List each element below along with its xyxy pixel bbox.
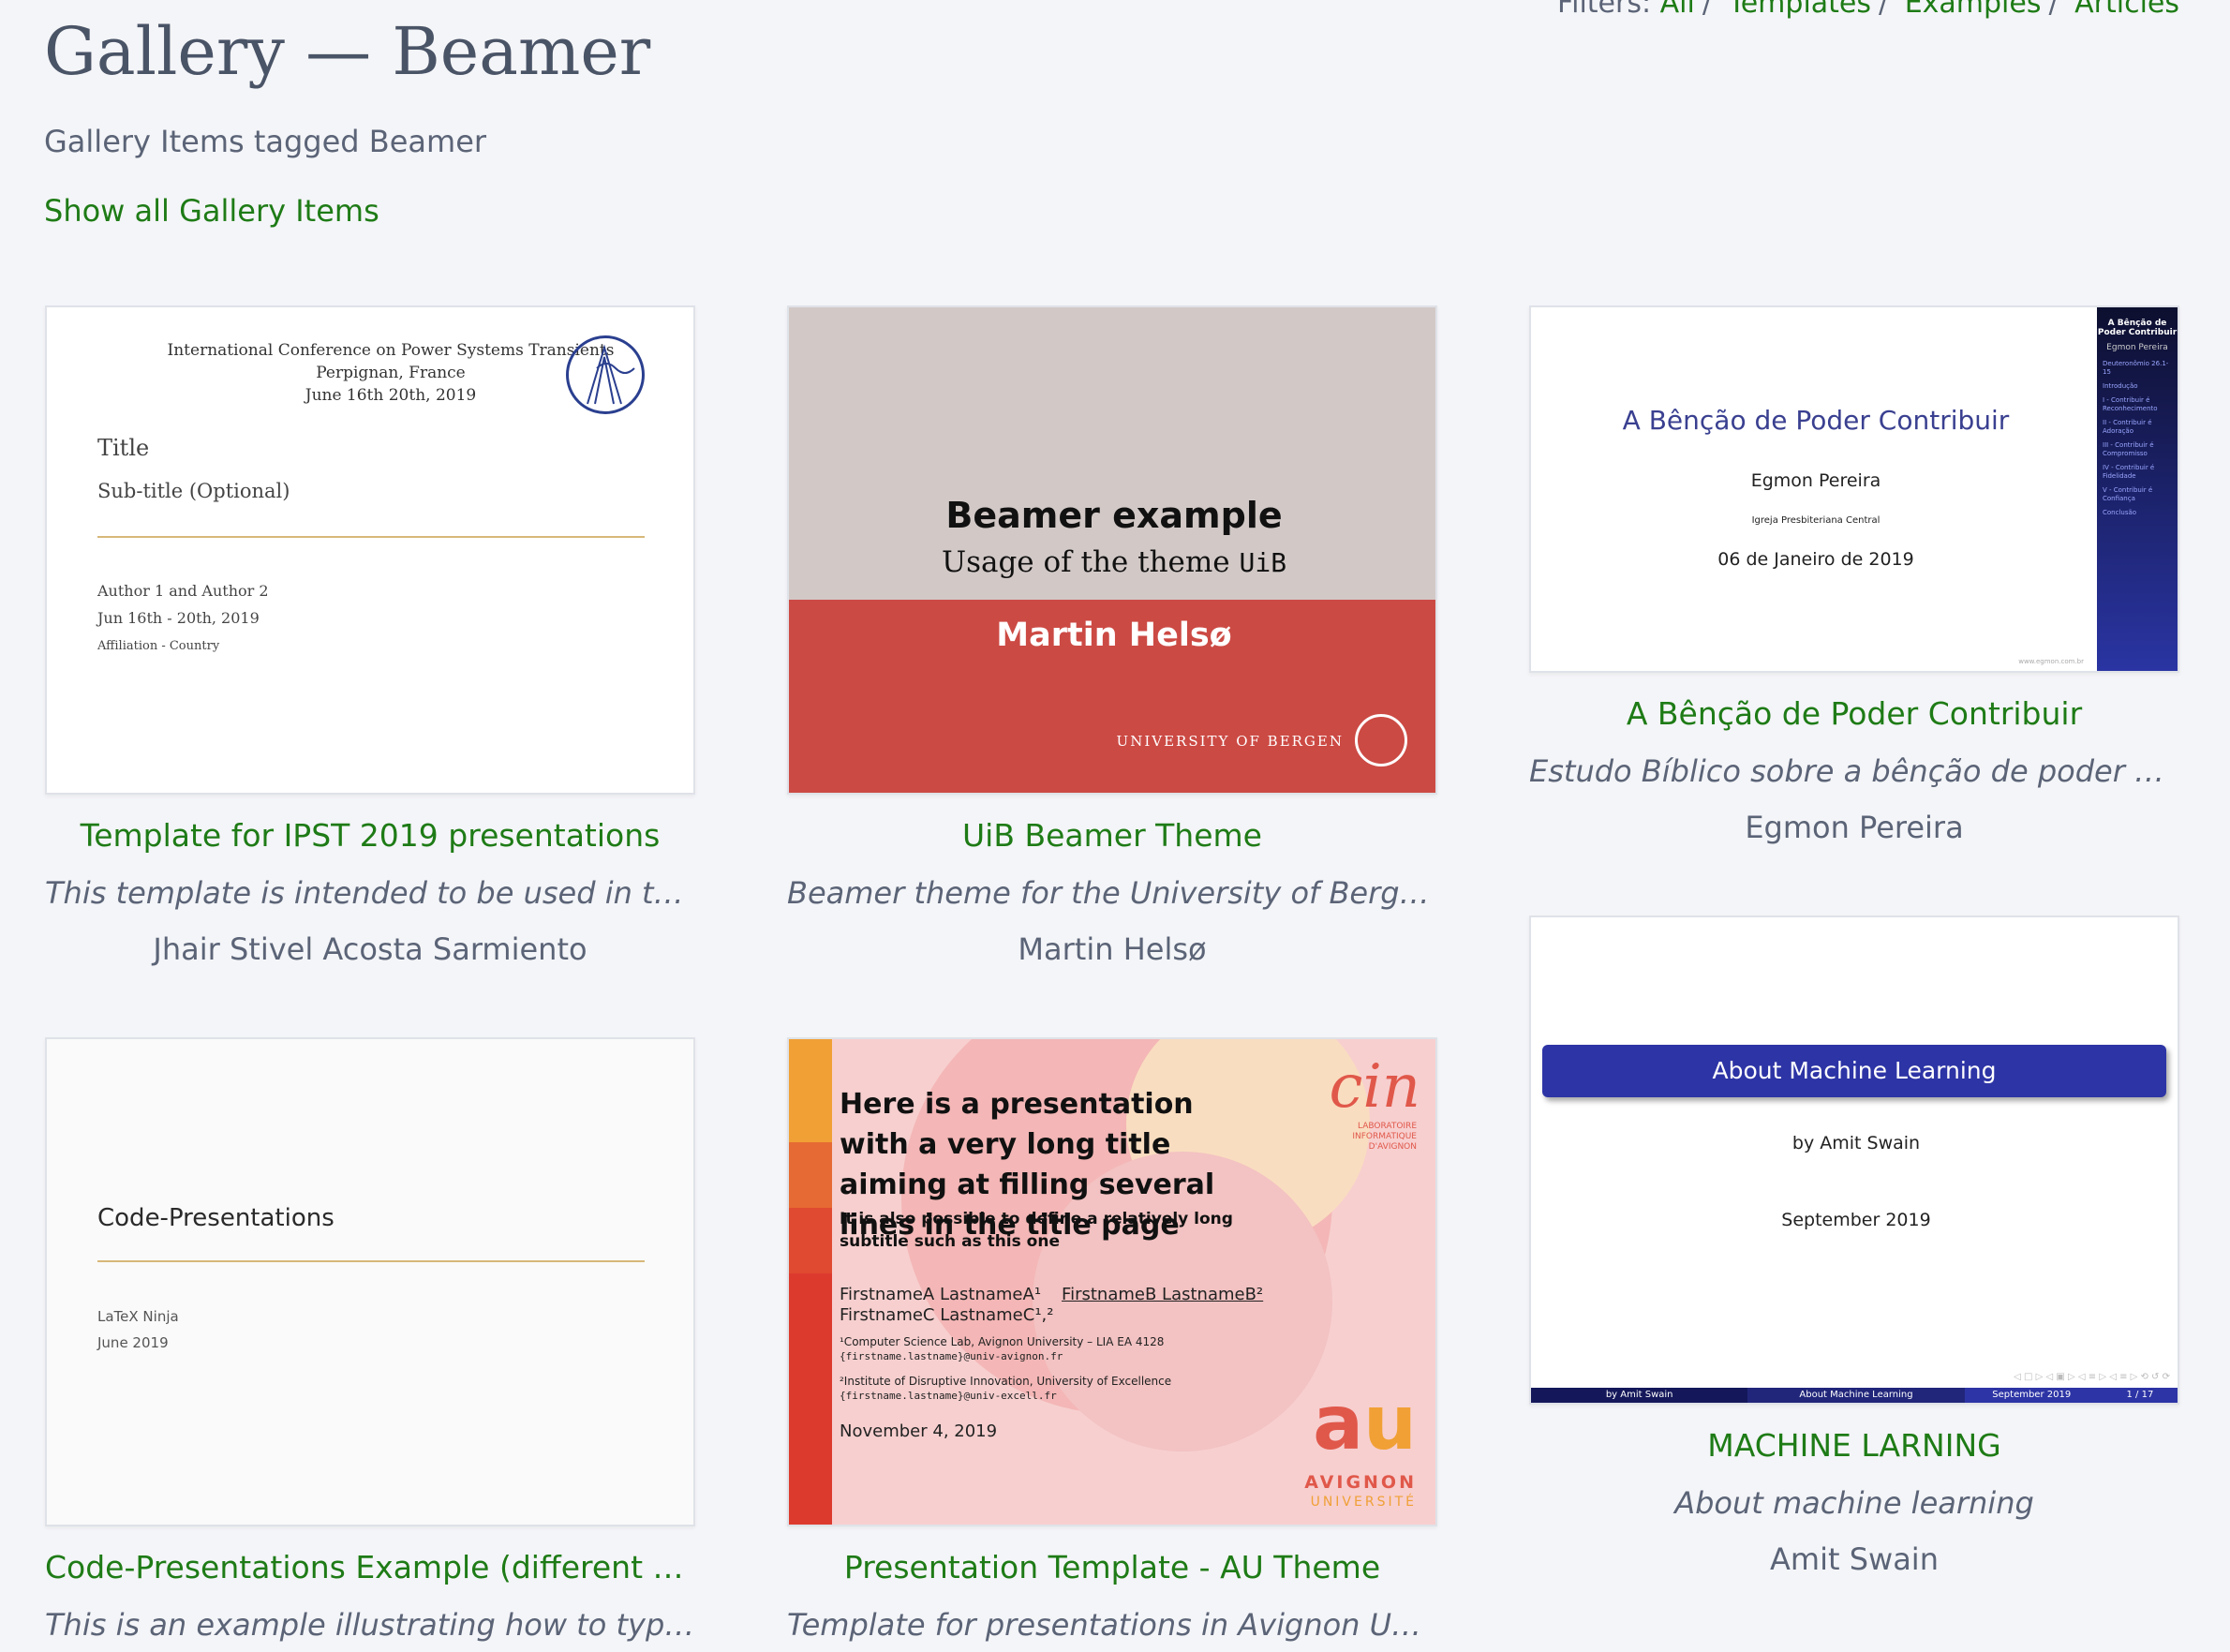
thumb-authors: FirstnameA LastnameA¹ FirstnameB Lastname… <box>840 1285 1264 1325</box>
card-title-link[interactable]: Template for IPST 2019 presentations <box>81 817 661 854</box>
thumb-title: Beamer example <box>945 495 1283 536</box>
thumb-url: www.egmon.com.br <box>2018 658 2084 665</box>
gallery-card: International Conference on Power System… <box>45 305 695 967</box>
thumb-title: About Machine Learning <box>1542 1045 2166 1097</box>
thumb-subtitle: It is also possible to define a relative… <box>840 1210 1233 1251</box>
thumb-affiliation: ²Institute of Disruptive Innovation, Uni… <box>840 1375 1172 1402</box>
divider <box>97 536 645 538</box>
thumb-university: UNIVERSITY OF BERGEN <box>1116 733 1344 750</box>
filter-label: Filters: <box>1557 0 1652 20</box>
thumb-subtitle: Sub-title (Optional) <box>97 480 290 502</box>
card-thumbnail[interactable]: About Machine Learning by Amit Swain Sep… <box>1529 915 2179 1405</box>
thumb-title: Title <box>97 435 150 461</box>
card-title-link[interactable]: A Bênção de Poder Contribuir <box>1627 695 2082 732</box>
card-author: Jhair Stivel Acosta Sarmiento <box>153 931 587 967</box>
universite-label: UNIVERSITÉ <box>1310 1495 1417 1510</box>
filter-bar: Filters: All / Templates / Examples / Artic… <box>1557 0 2179 20</box>
card-thumbnail[interactable]: Beamer example Usage of the theme UiB Ma… <box>787 305 1437 795</box>
lia-logo: cin <box>1329 1052 1420 1122</box>
thumb-sidebar-items: Deuteronômio 26.1-15 Introdução I - Cont… <box>2103 360 2169 516</box>
gallery-card: About Machine Learning by Amit Swain Sep… <box>1529 915 2179 1577</box>
card-description: Beamer theme for the University of Berge… <box>787 875 1437 911</box>
filter-all-link[interactable]: All <box>1660 0 1695 20</box>
filter-examples-link[interactable]: Examples <box>1905 0 2042 20</box>
filter-templates-link[interactable]: Templates <box>1729 0 1872 20</box>
thumb-color-stripe <box>789 1039 832 1525</box>
thumb-author: Egmon Pereira <box>1750 470 1881 491</box>
card-title-link[interactable]: Presentation Template - AU Theme <box>844 1549 1380 1585</box>
thumb-subtitle: Usage of the theme UiB <box>941 545 1287 579</box>
avignon-label: AVIGNON <box>1304 1472 1417 1493</box>
card-description: Template for presentations in Avignon Un… <box>787 1607 1437 1643</box>
card-author: Martin Helsø <box>1018 931 1207 967</box>
card-thumbnail[interactable]: A Bênção de Poder Contribuir Egmon Perei… <box>1529 305 2179 673</box>
divider <box>97 1260 645 1262</box>
card-title-link[interactable]: MACHINE LARNING <box>1707 1427 2000 1464</box>
card-author: Egmon Pereira <box>1745 810 1964 845</box>
thumb-footer: by Amit Swain About Machine Learning Sep… <box>1531 1388 2178 1403</box>
thumb-authors: LaTeX Ninja June 2019 <box>97 1308 179 1351</box>
thumb-affiliation: ¹Computer Science Lab, Avignon Universit… <box>840 1335 1165 1362</box>
filter-articles-link[interactable]: Articles <box>2074 0 2179 20</box>
gallery-card: Code-Presentations LaTeX Ninja June 2019… <box>45 1037 695 1652</box>
uib-seal-icon <box>1355 714 1407 766</box>
page-title: Gallery — Beamer <box>44 13 651 90</box>
page-subtitle: Gallery Items tagged Beamer <box>44 124 487 159</box>
thumb-authors: Author 1 and Author 2 Jun 16th - 20th, 2… <box>97 582 269 627</box>
ipst-logo-icon <box>566 335 645 414</box>
au-logo: au <box>1313 1379 1417 1466</box>
thumb-date: September 2019 <box>1781 1210 1931 1230</box>
card-thumbnail[interactable]: Code-Presentations LaTeX Ninja June 2019 <box>45 1037 695 1526</box>
thumb-sidebar: A Bênção de Poder Contribuir Egmon Pereir… <box>2097 307 2178 671</box>
thumb-affiliation: Affiliation - Country <box>97 639 220 653</box>
card-title-link[interactable]: UiB Beamer Theme <box>962 817 1262 854</box>
gallery-card: A Bênção de Poder Contribuir Egmon Perei… <box>1529 305 2179 845</box>
thumb-title: A Bênção de Poder Contribuir <box>1622 405 2010 436</box>
card-title-link[interactable]: Code-Presentations Example (different wa… <box>45 1549 695 1585</box>
thumb-date: November 4, 2019 <box>840 1421 998 1441</box>
card-thumbnail[interactable]: International Conference on Power System… <box>45 305 695 795</box>
card-author: Amit Swain <box>1770 1541 1939 1577</box>
card-description: About machine learning <box>1674 1485 2034 1521</box>
card-description: This template is intended to be used in … <box>45 875 695 911</box>
beamer-nav-icons: ◁ □ ▷ ◁ ▣ ▷ ◁ ≡ ▷ ◁ ≡ ▷ ⟲ ↺ ⟳ <box>2014 1372 2170 1382</box>
card-description: Estudo Bíblico sobre a bênção de poder c… <box>1529 753 2179 789</box>
gallery-card: Here is a presentation with a very long … <box>787 1037 1437 1652</box>
gallery-card: Beamer example Usage of the theme UiB Ma… <box>787 305 1437 967</box>
show-all-gallery-link[interactable]: Show all Gallery Items <box>44 193 379 229</box>
thumb-author: by Amit Swain <box>1791 1133 1921 1153</box>
card-description: This is an example illustrating how to t… <box>45 1607 695 1643</box>
card-thumbnail[interactable]: Here is a presentation with a very long … <box>787 1037 1437 1526</box>
thumb-author: Martin Helsø <box>996 617 1232 654</box>
lia-label: LABORATOIRE INFORMATIQUE D'AVIGNON <box>1352 1122 1417 1152</box>
thumb-institute: Igreja Presbiteriana Central <box>1751 515 1881 526</box>
thumb-title: Code-Presentations <box>97 1204 334 1232</box>
thumb-date: 06 de Janeiro de 2019 <box>1717 549 1914 570</box>
